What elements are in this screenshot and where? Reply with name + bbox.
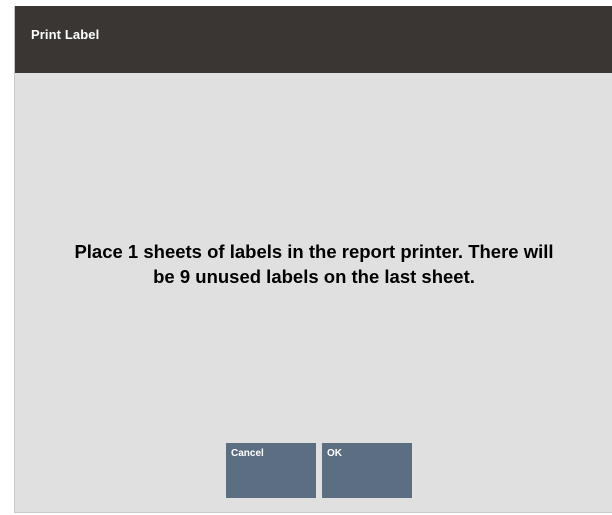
- ok-button[interactable]: OK: [322, 443, 412, 498]
- ok-button-label: OK: [327, 448, 342, 459]
- cancel-button[interactable]: Cancel: [226, 443, 316, 498]
- title-bar: Print Label: [15, 6, 612, 73]
- dialog-title: Print Label: [31, 27, 100, 42]
- message-line-2: be 9 unused labels on the last sheet.: [153, 266, 475, 287]
- cancel-button-label: Cancel: [231, 448, 264, 459]
- dialog-message: Place 1 sheets of labels in the report p…: [15, 239, 612, 289]
- message-line-1: Place 1 sheets of labels in the report p…: [74, 241, 554, 262]
- print-label-dialog: Print Label Place 1 sheets of labels in …: [14, 6, 612, 513]
